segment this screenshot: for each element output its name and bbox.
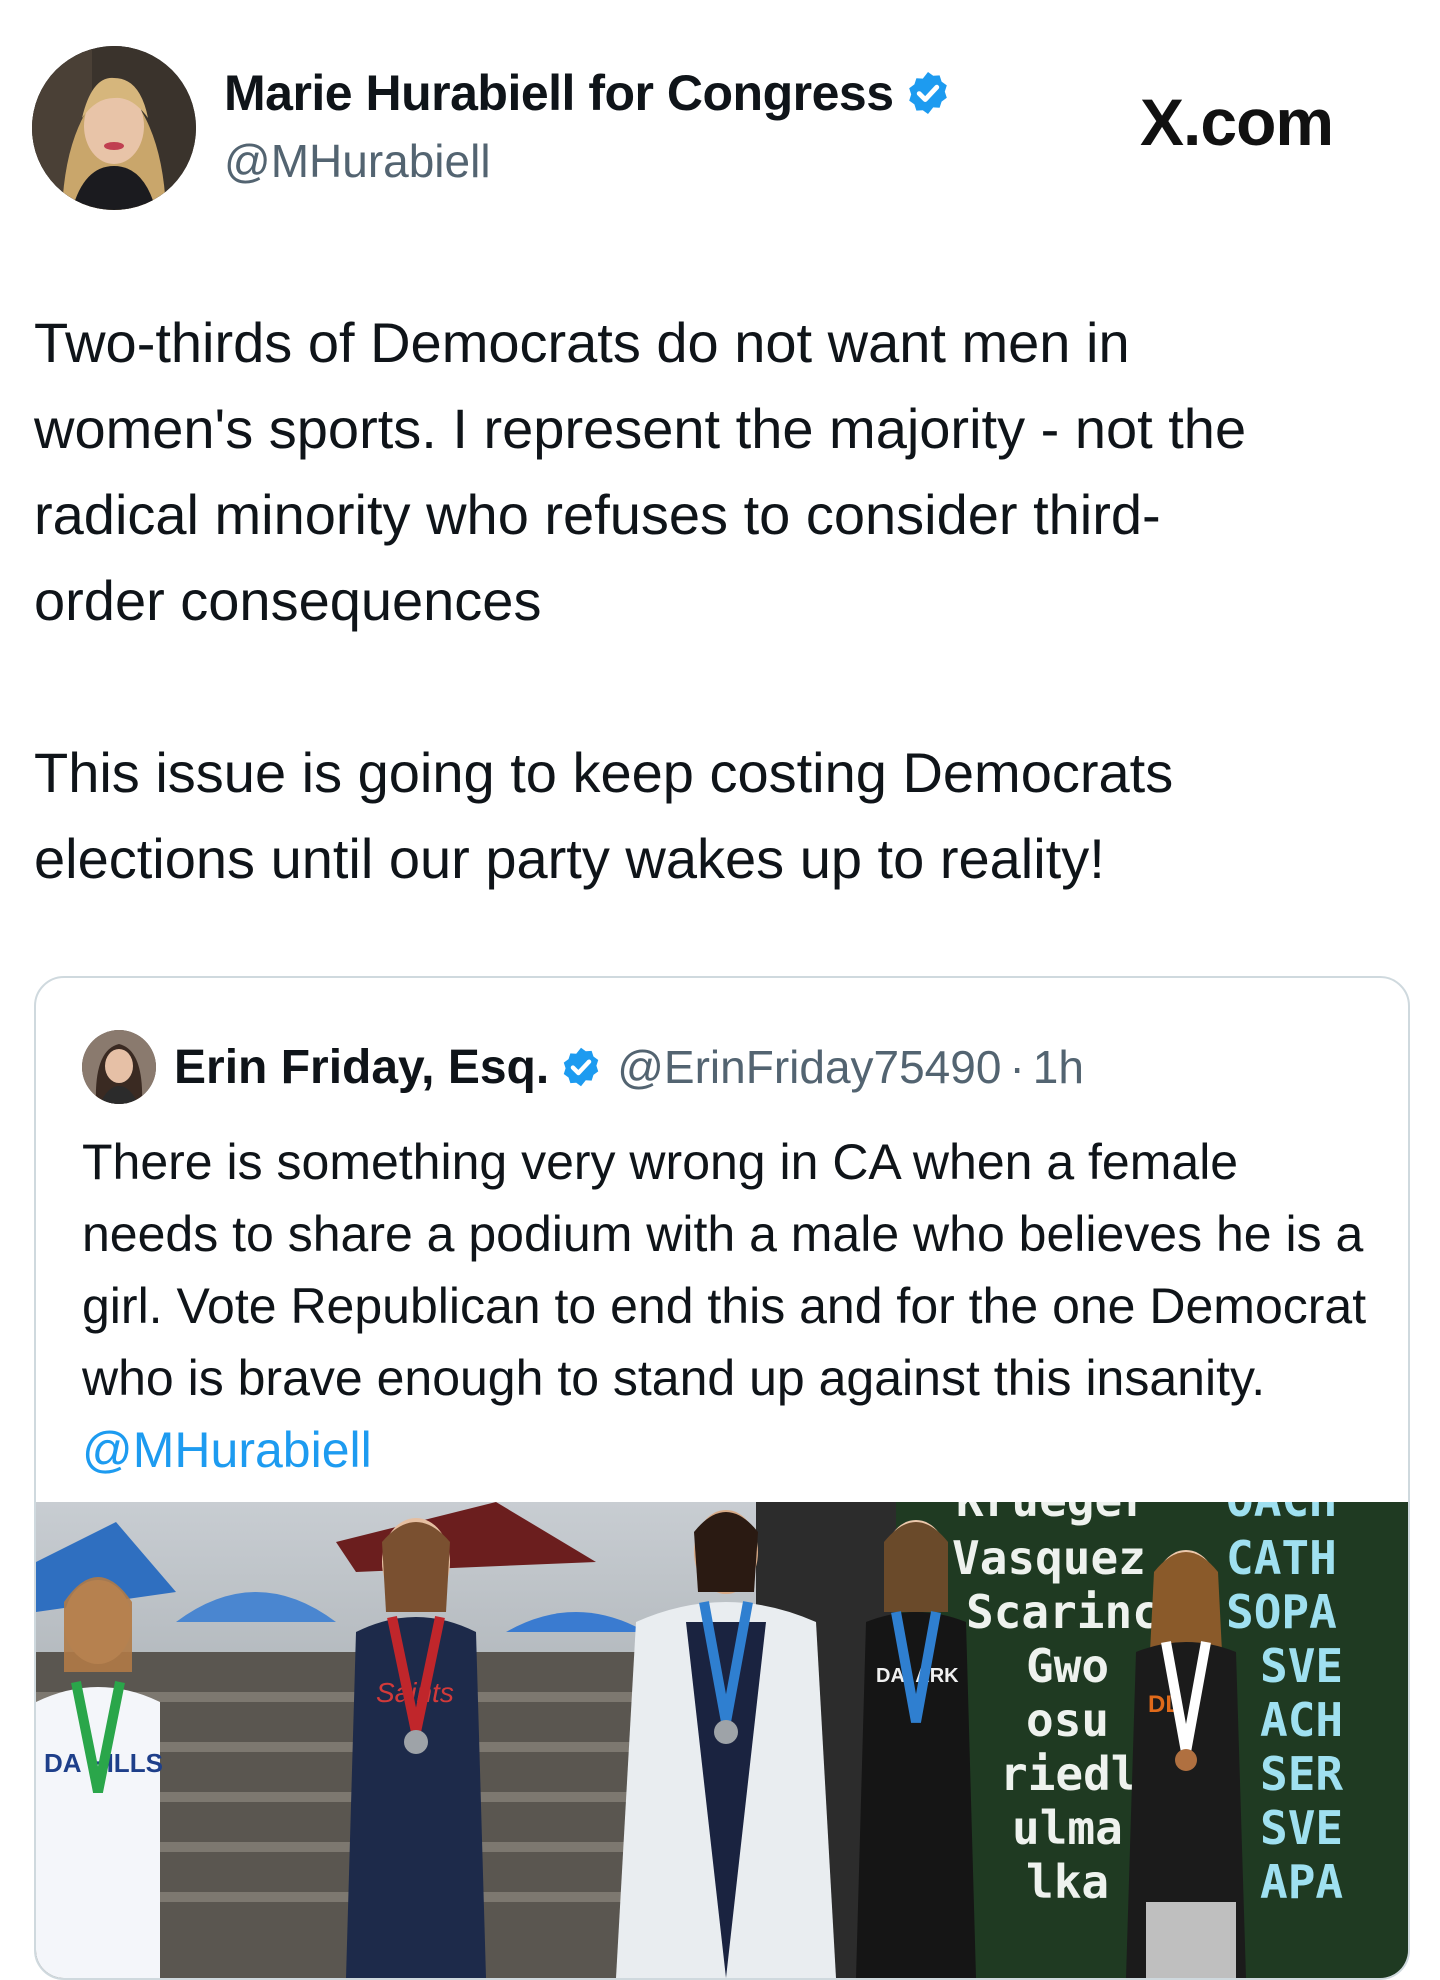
tweet-text: Two-thirds of Democrats do not want men … — [34, 311, 1247, 890]
board-name-8: lka — [1026, 1855, 1109, 1909]
quoted-text-body: There is something very wrong in CA when… — [82, 1134, 1367, 1406]
board-name-6: riedl — [1000, 1747, 1138, 1801]
author-avatar-photo — [32, 46, 196, 210]
quoted-tweet-card[interactable]: Erin Friday, Esq. @ErinFriday75490 · 1h … — [34, 976, 1410, 1980]
quoted-tweet-header: Erin Friday, Esq. @ErinFriday75490 · 1h — [82, 1030, 1084, 1104]
mention-link[interactable]: @MHurabiell — [82, 1422, 372, 1478]
quoted-author-avatar-photo — [82, 1030, 156, 1104]
board-school-6: SER — [1260, 1747, 1343, 1801]
quoted-separator: · — [1009, 1041, 1025, 1093]
quoted-timestamp[interactable]: 1h — [1033, 1040, 1084, 1094]
quoted-author-avatar[interactable] — [82, 1030, 156, 1104]
quoted-media-photo[interactable]: Krueger Vasquez Scarince Gwo osu riedl u… — [36, 1502, 1408, 1978]
quoted-author-name[interactable]: Erin Friday, Esq. — [174, 1040, 549, 1095]
board-school-5: ACH — [1260, 1693, 1343, 1747]
author-name-row: Marie Hurabiell for Congress — [224, 64, 952, 122]
board-name-7: ulma — [1012, 1801, 1123, 1855]
board-name-4: Gwo — [1026, 1639, 1109, 1693]
quoted-author-handle[interactable]: @ErinFriday75490 — [617, 1040, 1001, 1094]
podium-photo: Krueger Vasquez Scarince Gwo osu riedl u… — [36, 1502, 1408, 1978]
author-handle[interactable]: @MHurabiell — [224, 134, 491, 188]
board-school-4: SVE — [1260, 1639, 1343, 1693]
quoted-verified-badge-icon — [563, 1047, 599, 1087]
board-school-3: SOPA — [1226, 1585, 1337, 1639]
board-school-8: APA — [1260, 1855, 1343, 1909]
board-school-7: SVE — [1260, 1801, 1343, 1855]
board-name-5: osu — [1026, 1693, 1109, 1747]
jersey-label-3: DAI ARK — [876, 1665, 959, 1687]
board-school-2: CATH — [1226, 1531, 1337, 1585]
quoted-tweet-text: There is something very wrong in CA when… — [82, 1126, 1382, 1486]
verified-badge-icon — [908, 72, 947, 114]
board-name-2: Vasquez — [952, 1531, 1146, 1585]
brand-watermark: X.com — [1140, 85, 1334, 159]
author-avatar[interactable] — [32, 46, 196, 210]
author-display-name[interactable]: Marie Hurabiell for Congress — [224, 64, 894, 122]
board-school-1: OACH — [1226, 1502, 1337, 1527]
board-name-1: Krueger — [956, 1502, 1150, 1527]
